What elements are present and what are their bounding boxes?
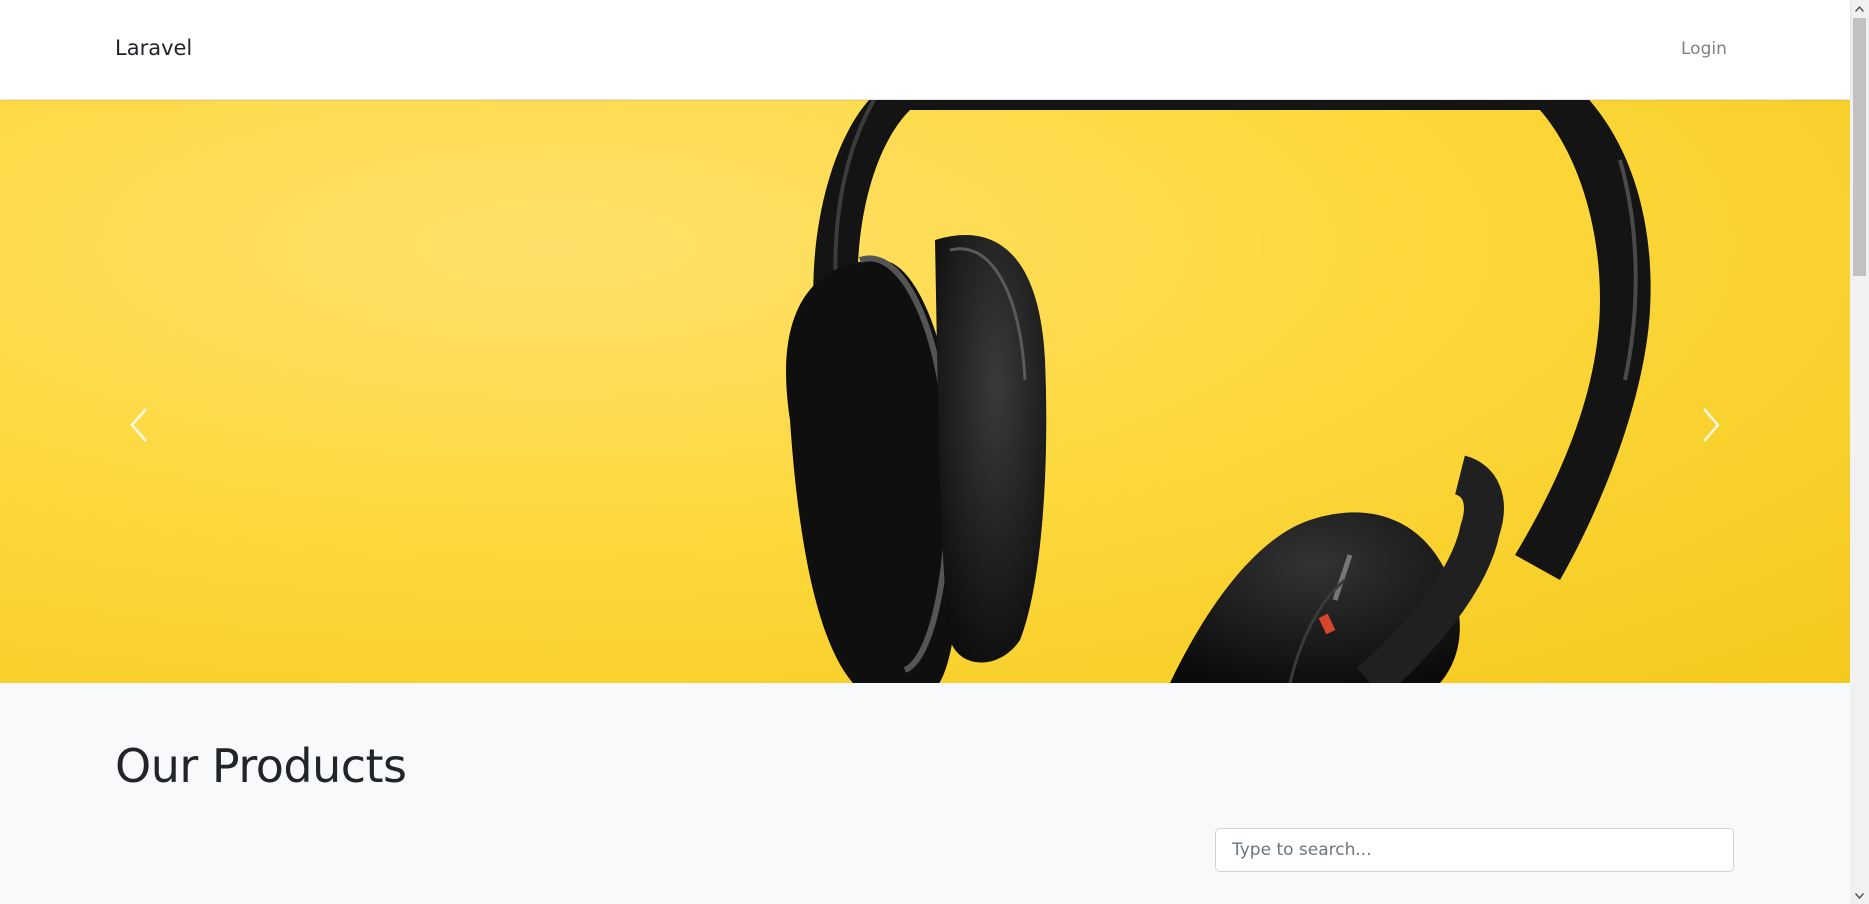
scroll-thumb[interactable]	[1853, 18, 1866, 276]
chevron-right-icon	[1703, 408, 1720, 442]
products-heading: Our Products	[115, 739, 407, 793]
scroll-up-icon[interactable]	[1850, 0, 1869, 17]
scrollbar[interactable]	[1850, 0, 1869, 904]
navbar: Laravel Login	[0, 0, 1850, 99]
left-ear-cup	[786, 235, 1047, 683]
chevron-left-icon	[130, 408, 147, 442]
hero-carousel	[0, 100, 1850, 683]
brand-logo[interactable]: Laravel	[115, 36, 192, 60]
scroll-down-icon[interactable]	[1850, 887, 1869, 904]
login-link[interactable]: Login	[1681, 39, 1727, 59]
carousel-prev-button[interactable]	[109, 395, 169, 455]
hero-image	[786, 100, 1651, 683]
carousel-next-button[interactable]	[1681, 395, 1741, 455]
right-ear-cup	[1170, 455, 1504, 683]
search-input[interactable]	[1215, 828, 1734, 872]
